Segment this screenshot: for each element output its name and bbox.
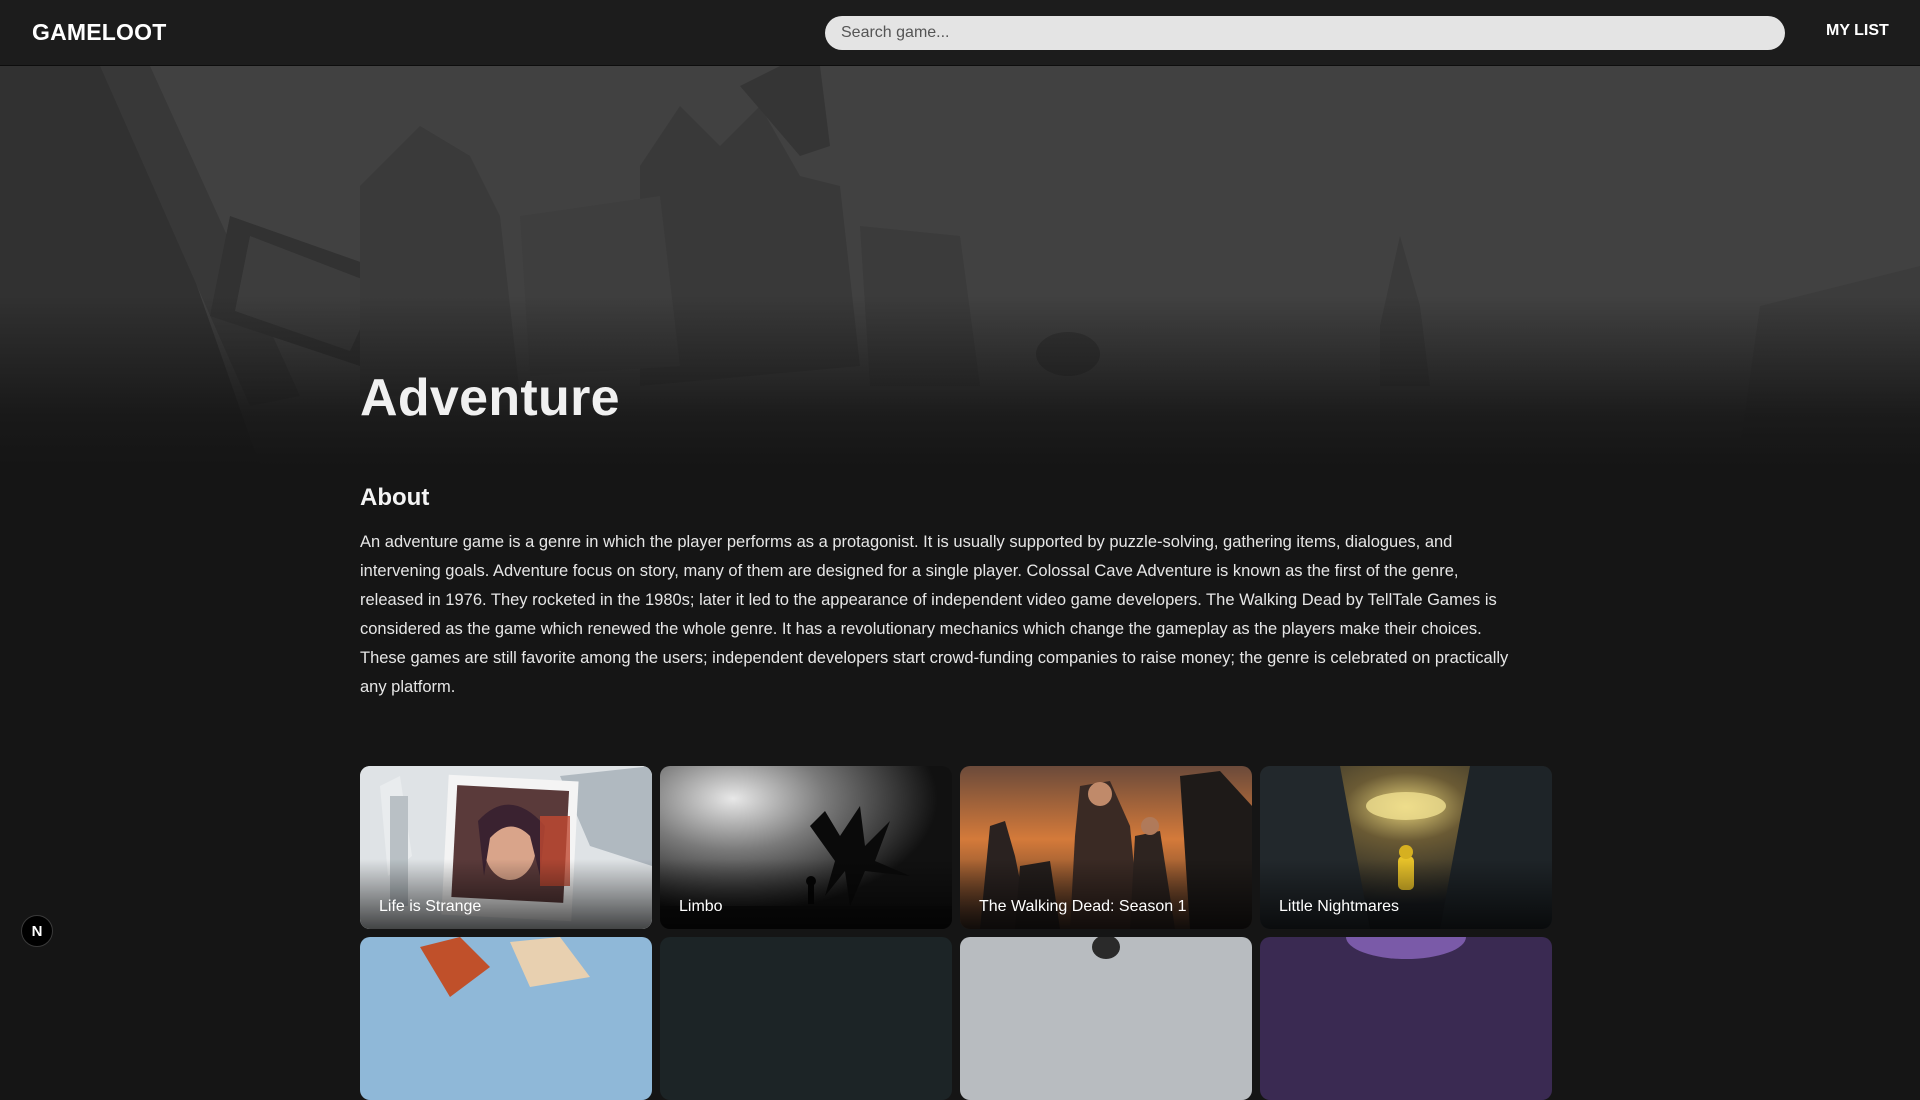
genre-hero-banner <box>0 66 1920 466</box>
game-title: The Walking Dead: Season 1 <box>979 898 1187 915</box>
game-cover-image <box>960 937 1252 1100</box>
card-shade <box>360 859 652 929</box>
game-title: Little Nightmares <box>1279 898 1400 915</box>
card-shade <box>660 859 952 929</box>
top-navigation-bar: GAMELOOT MY LIST <box>0 0 1920 66</box>
game-card[interactable] <box>1260 937 1552 1100</box>
game-title: Limbo <box>679 898 723 915</box>
game-card[interactable] <box>660 937 952 1100</box>
card-shade <box>1260 859 1552 929</box>
game-card[interactable]: Life is Strange <box>360 766 652 929</box>
search-input[interactable] <box>825 16 1785 50</box>
game-cover-image <box>1260 937 1552 1100</box>
game-card[interactable] <box>360 937 652 1100</box>
my-list-link[interactable]: MY LIST <box>1826 22 1889 40</box>
game-cover-image <box>360 937 652 1100</box>
about-heading: About <box>360 484 430 511</box>
about-description: An adventure game is a genre in which th… <box>360 533 1509 696</box>
game-title: Life is Strange <box>379 898 482 915</box>
site-logo[interactable]: GAMELOOT <box>32 19 166 46</box>
hero-gradient-overlay <box>0 296 1920 466</box>
game-card[interactable]: Limbo <box>660 766 952 929</box>
game-card[interactable]: The Walking Dead: Season 1 <box>960 766 1252 929</box>
game-cover-image <box>660 937 952 1100</box>
card-shade <box>960 859 1252 929</box>
next-logo-icon[interactable]: N <box>21 915 53 947</box>
game-card[interactable] <box>960 937 1252 1100</box>
page-title: Adventure <box>360 369 620 427</box>
game-card[interactable]: Little Nightmares <box>1260 766 1552 929</box>
